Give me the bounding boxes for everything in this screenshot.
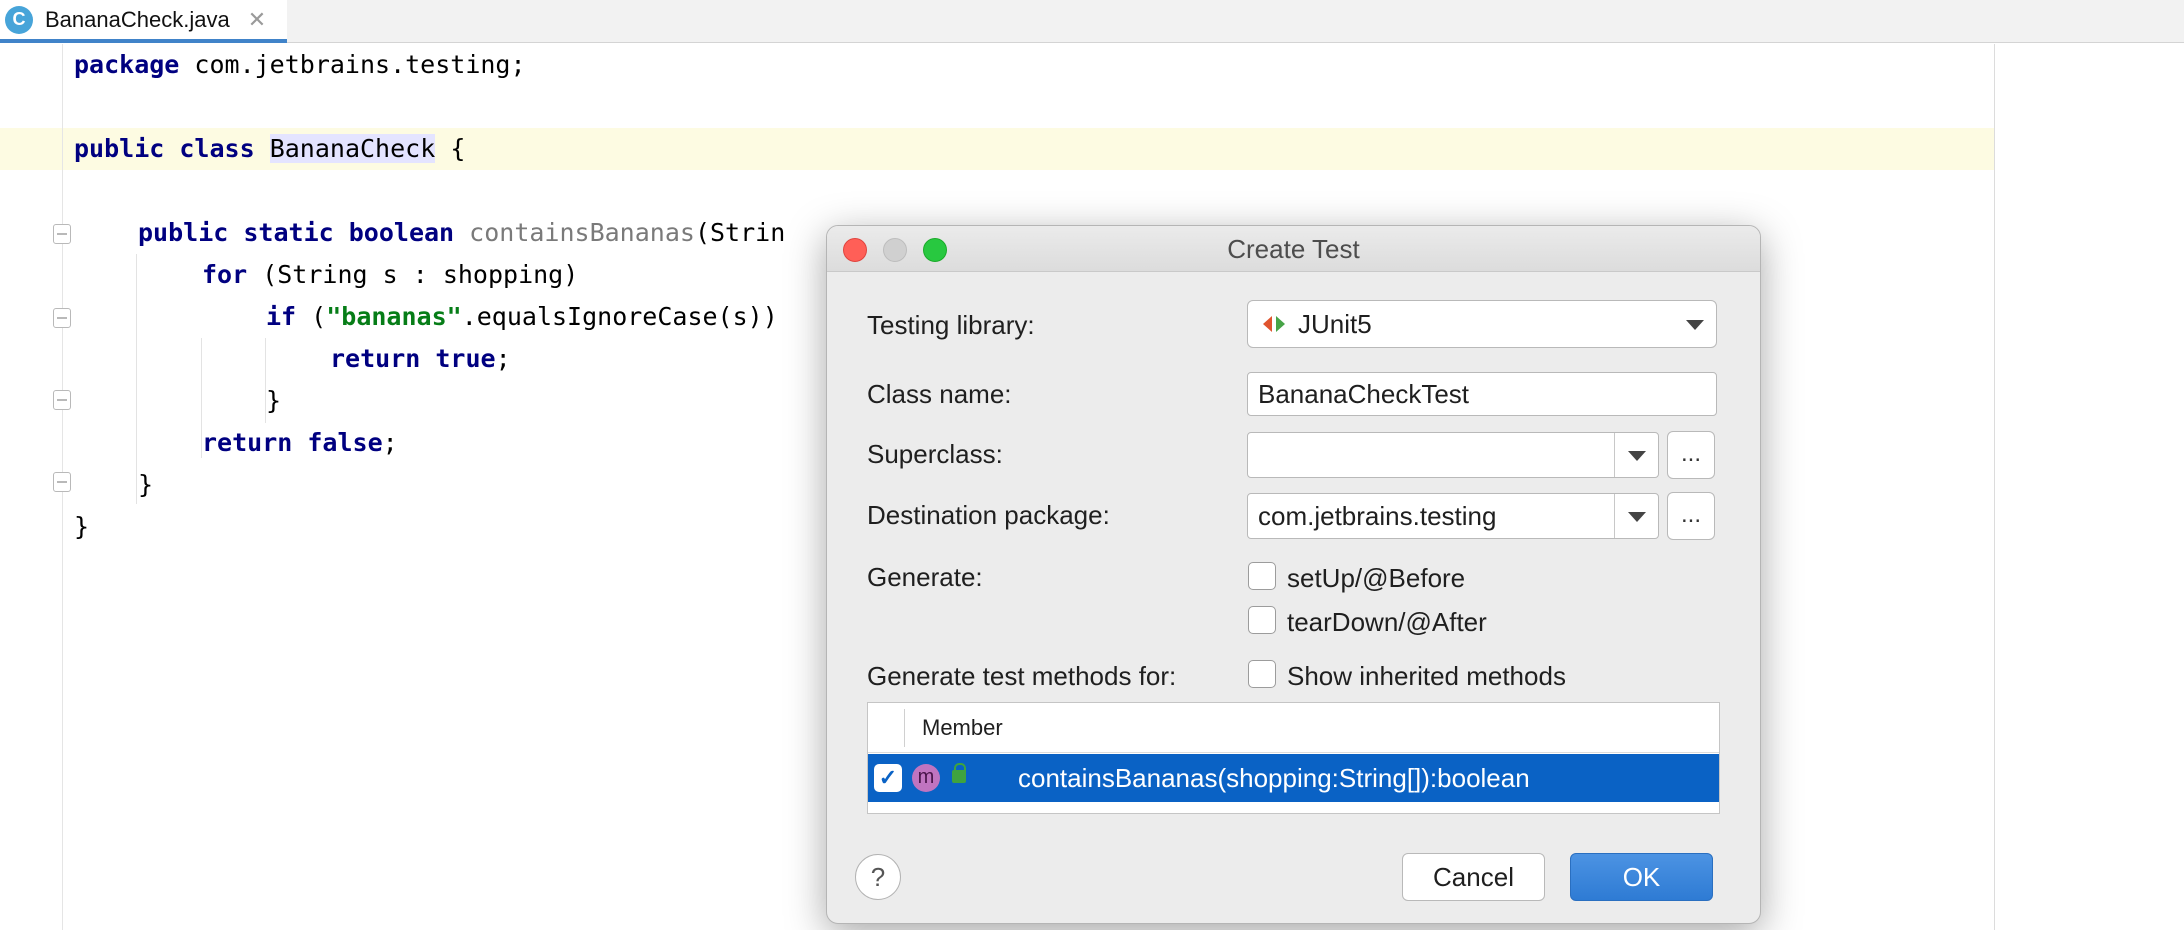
- tab-bananacheck-java[interactable]: C BananaCheck.java ✕: [0, 0, 287, 43]
- java-class-icon: C: [5, 5, 33, 34]
- chevron-down-icon: [1628, 451, 1646, 461]
- generate-label: Generate:: [867, 562, 983, 592]
- teardown-after-label[interactable]: tearDown/@After: [1287, 607, 1487, 638]
- fold-marker-icon[interactable]: [53, 308, 71, 328]
- fold-marker-icon[interactable]: [53, 390, 71, 410]
- code-line-1: package com.jetbrains.testing;: [74, 50, 526, 79]
- destination-package-combo[interactable]: com.jetbrains.testing: [1247, 493, 1659, 539]
- testing-library-select[interactable]: JUnit5: [1247, 300, 1717, 348]
- teardown-after-checkbox[interactable]: [1248, 606, 1276, 634]
- class-name-field[interactable]: BananaCheckTest: [1247, 372, 1717, 416]
- testing-library-value: JUnit5: [1298, 309, 1372, 339]
- method-icon: m: [912, 764, 940, 792]
- indent-guide: [136, 254, 137, 504]
- superclass-combo[interactable]: [1247, 432, 1659, 478]
- code-line-11: }: [138, 470, 154, 499]
- junit-icon: [1263, 316, 1285, 332]
- editor-tab-bar: C BananaCheck.java ✕: [0, 0, 2184, 43]
- table-row[interactable]: ✓ m containsBananas(shopping:String[]):b…: [868, 754, 1719, 802]
- help-button[interactable]: ?: [855, 854, 901, 900]
- ok-button[interactable]: OK: [1570, 853, 1713, 901]
- chevron-down-icon: [1686, 320, 1704, 330]
- right-margin-guide: [1994, 44, 1995, 930]
- show-inherited-label[interactable]: Show inherited methods: [1287, 661, 1566, 692]
- superclass-browse-button[interactable]: ...: [1667, 431, 1715, 479]
- create-test-dialog: Create Test Testing library: JUnit5 Clas…: [826, 225, 1761, 924]
- code-line-10: return false;: [202, 428, 398, 457]
- code-line-7: if ("bananas".equalsIgnoreCase(s)): [266, 302, 778, 331]
- members-table: Member ✓ m containsBananas(shopping:Stri…: [867, 702, 1720, 814]
- chevron-down-icon: [1628, 512, 1646, 522]
- superclass-label: Superclass:: [867, 439, 1003, 469]
- setup-before-checkbox[interactable]: [1248, 562, 1276, 590]
- destination-package-dropdown[interactable]: [1614, 494, 1658, 538]
- code-line-3: public class BananaCheck {: [74, 134, 466, 163]
- testing-library-label: Testing library:: [867, 310, 1035, 340]
- fold-marker-icon[interactable]: [53, 472, 71, 492]
- close-icon[interactable]: ✕: [248, 7, 266, 33]
- superclass-dropdown[interactable]: [1614, 433, 1658, 477]
- public-lock-icon: [952, 763, 966, 783]
- code-line-9: }: [266, 386, 282, 415]
- member-column-header[interactable]: Member: [922, 703, 1003, 753]
- show-inherited-checkbox[interactable]: [1248, 660, 1276, 688]
- destination-package-label: Destination package:: [867, 500, 1110, 530]
- code-line-12: }: [74, 512, 90, 541]
- code-line-8: return true;: [330, 344, 511, 373]
- destination-package-value: com.jetbrains.testing: [1258, 501, 1497, 531]
- setup-before-label[interactable]: setUp/@Before: [1287, 563, 1465, 594]
- members-table-header: Member: [868, 703, 1719, 753]
- member-checkbox-checked[interactable]: ✓: [874, 764, 902, 792]
- member-signature: containsBananas(shopping:String[]):boole…: [1018, 763, 1530, 793]
- tab-label: BananaCheck.java: [45, 6, 230, 32]
- cancel-button[interactable]: Cancel: [1402, 853, 1545, 901]
- column-separator: [904, 709, 905, 747]
- code-line-5: public static boolean containsBananas(St…: [138, 218, 786, 247]
- dialog-titlebar[interactable]: Create Test: [827, 226, 1760, 272]
- code-line-6: for (String s : shopping): [202, 260, 579, 289]
- class-name-label: Class name:: [867, 379, 1012, 409]
- destination-package-browse-button[interactable]: ...: [1667, 492, 1715, 540]
- fold-marker-icon[interactable]: [53, 224, 71, 244]
- generate-methods-label: Generate test methods for:: [867, 661, 1177, 691]
- dialog-title: Create Test: [1227, 234, 1360, 264]
